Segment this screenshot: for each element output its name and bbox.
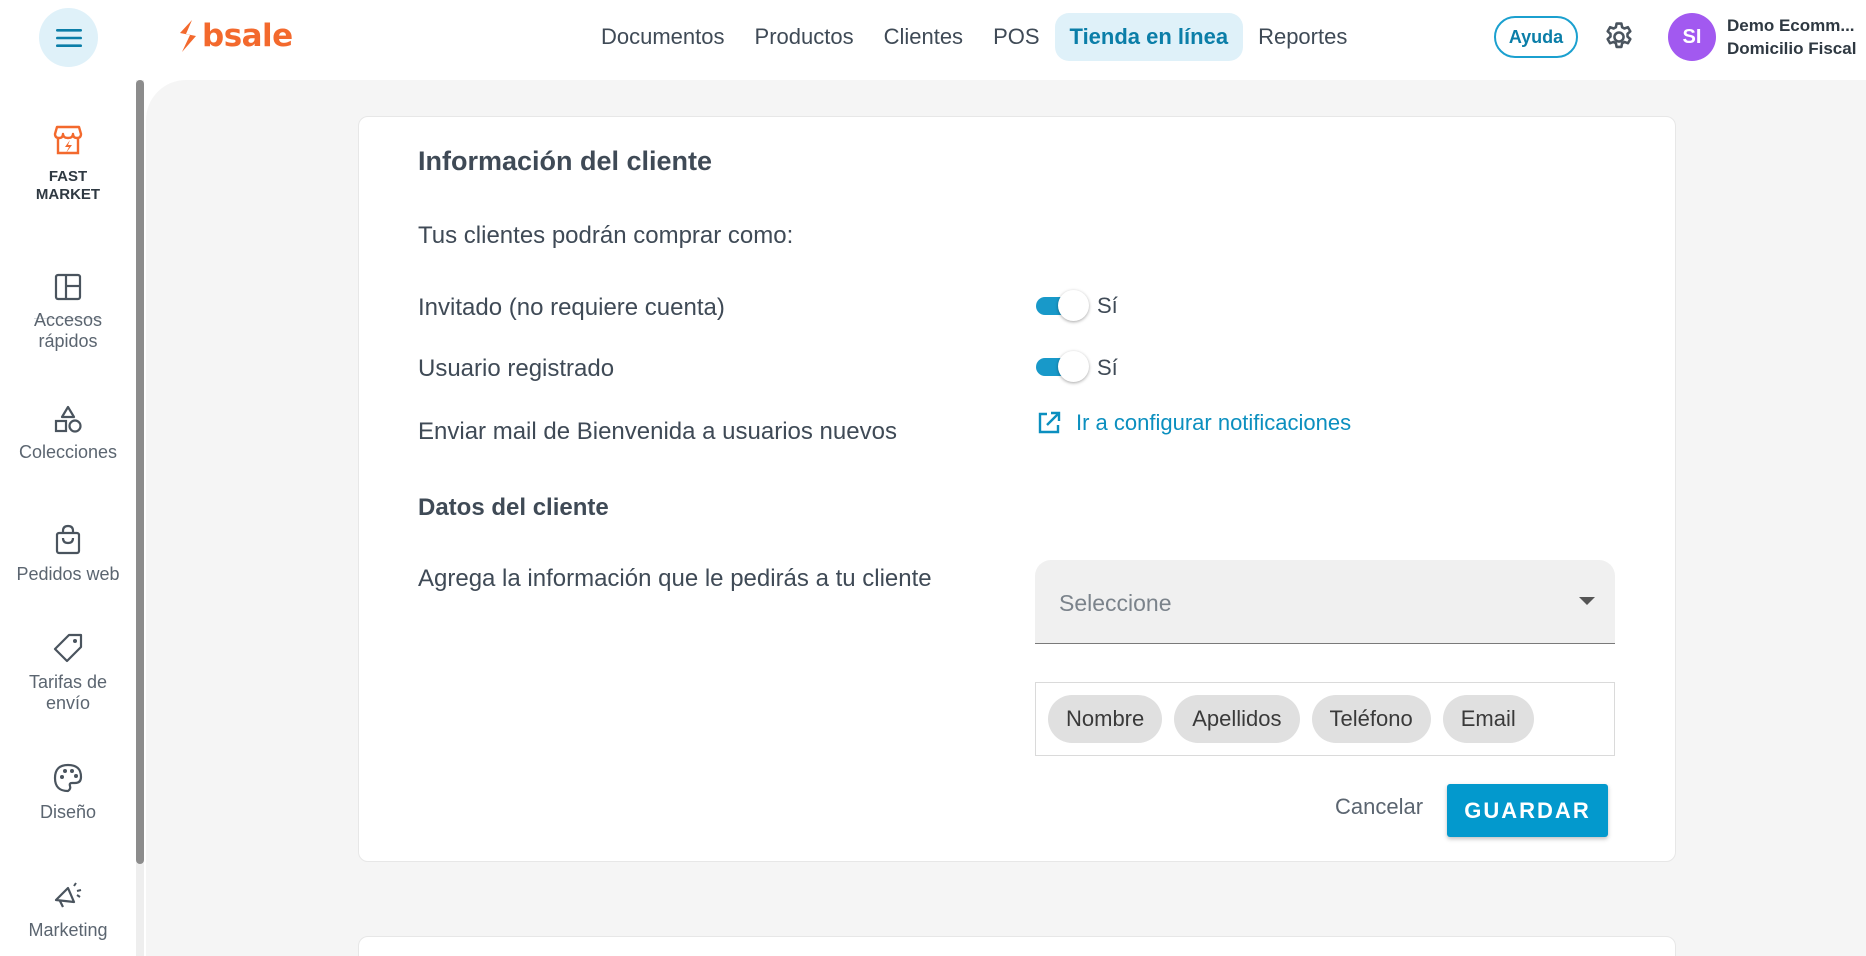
nav-productos[interactable]: Productos bbox=[740, 13, 869, 61]
guest-label: Invitado (no requiere cuenta) bbox=[418, 294, 725, 321]
guest-toggle-text: Sí bbox=[1097, 293, 1118, 318]
bsale-logo-icon bbox=[180, 20, 196, 52]
nav-documentos[interactable]: Documentos bbox=[586, 13, 740, 61]
next-section-card bbox=[358, 936, 1676, 956]
chip-email[interactable]: Email bbox=[1442, 695, 1534, 743]
customer-data-title: Datos del cliente bbox=[418, 494, 609, 521]
palette-icon bbox=[53, 763, 83, 793]
sidebar-item-label: Accesos rápidos bbox=[33, 310, 103, 351]
logo-text: bsale bbox=[202, 18, 293, 54]
shopping-bag-icon bbox=[55, 524, 81, 555]
nav-tienda-en-linea[interactable]: Tienda en línea bbox=[1054, 13, 1244, 61]
sidebar-item-label: Pedidos web bbox=[16, 564, 120, 584]
user-info[interactable]: Demo Ecomm... Domicilio Fiscal bbox=[1727, 14, 1856, 60]
sidebar-scrollbar-thumb[interactable] bbox=[136, 80, 144, 864]
save-button[interactable]: GUARDAR bbox=[1447, 784, 1608, 837]
notifications-link-text: Ir a configurar notificaciones bbox=[1076, 410, 1352, 435]
buy-as-label: Tus clientes podrán comprar como: bbox=[418, 222, 794, 249]
sidebar-item-label: Diseño bbox=[39, 802, 97, 822]
hamburger-icon bbox=[55, 28, 82, 47]
sidebar: FAST MARKET Accesos rápidos Colecciones … bbox=[0, 78, 136, 956]
chip-nombre[interactable]: Nombre bbox=[1048, 695, 1163, 743]
nav-pos[interactable]: POS bbox=[978, 13, 1054, 61]
sidebar-item-label: Tarifas de envío bbox=[28, 672, 108, 713]
dashboard-icon bbox=[54, 273, 82, 301]
cancel-button[interactable]: Cancelar bbox=[1335, 794, 1423, 820]
sidebar-scrollbar[interactable] bbox=[136, 80, 144, 956]
chip-telefono[interactable]: Teléfono bbox=[1311, 695, 1431, 743]
sidebar-item-label: Marketing bbox=[28, 920, 108, 940]
registered-user-toggle[interactable] bbox=[1034, 350, 1090, 382]
store-icon bbox=[53, 125, 83, 155]
nav-reportes[interactable]: Reportes bbox=[1243, 13, 1362, 61]
menu-button[interactable] bbox=[39, 8, 98, 67]
nav-clientes[interactable]: Clientes bbox=[869, 13, 978, 61]
external-link-icon bbox=[1038, 411, 1061, 434]
chip-apellidos[interactable]: Apellidos bbox=[1174, 695, 1300, 743]
welcome-mail-label: Enviar mail de Bienvenida a usuarios nue… bbox=[418, 418, 897, 445]
store-name: FAST MARKET bbox=[35, 168, 101, 203]
guest-toggle[interactable] bbox=[1034, 289, 1090, 321]
shapes-icon bbox=[54, 405, 82, 433]
top-bar: bsale Documentos Productos Clientes POS … bbox=[0, 0, 1866, 78]
sidebar-item-accesos-rapidos[interactable]: Accesos rápidos bbox=[0, 272, 136, 352]
caret-down-icon bbox=[1579, 597, 1595, 605]
registered-toggle-text: Sí bbox=[1097, 355, 1118, 380]
user-branch: Domicilio Fiscal bbox=[1727, 39, 1857, 58]
toggle-knob bbox=[1058, 290, 1089, 321]
sidebar-item-colecciones[interactable]: Colecciones bbox=[0, 404, 136, 463]
sidebar-item-tarifas-de-envio[interactable]: Tarifas de envío bbox=[0, 632, 136, 714]
megaphone-icon bbox=[54, 882, 82, 908]
add-info-label: Agrega la información que le pedirás a t… bbox=[418, 565, 932, 592]
avatar[interactable]: SI bbox=[1668, 13, 1716, 61]
notifications-link[interactable]: Ir a configurar notificaciones bbox=[1036, 410, 1351, 436]
registered-user-label: Usuario registrado bbox=[418, 355, 615, 382]
tag-icon bbox=[53, 633, 83, 663]
user-name: Demo Ecomm... bbox=[1727, 16, 1855, 35]
section-title: Información del cliente bbox=[418, 146, 713, 176]
sidebar-item-store[interactable]: FAST MARKET bbox=[0, 124, 136, 204]
sidebar-item-diseno[interactable]: Diseño bbox=[0, 762, 136, 823]
selected-fields-box: Nombre Apellidos Teléfono Email bbox=[1035, 682, 1615, 756]
toggle-knob bbox=[1058, 351, 1089, 382]
chip-list: Nombre Apellidos Teléfono Email bbox=[1048, 695, 1534, 743]
sidebar-item-marketing[interactable]: Marketing bbox=[0, 880, 136, 941]
sidebar-item-label: Colecciones bbox=[18, 442, 118, 462]
help-button[interactable]: Ayuda bbox=[1494, 16, 1578, 58]
gear-icon[interactable] bbox=[1602, 20, 1636, 54]
customer-field-select[interactable]: Seleccione bbox=[1035, 560, 1615, 644]
main-nav: Documentos Productos Clientes POS Tienda… bbox=[586, 12, 1362, 62]
sidebar-item-pedidos-web[interactable]: Pedidos web bbox=[0, 524, 136, 585]
bsale-logo[interactable]: bsale bbox=[176, 18, 293, 54]
select-placeholder: Seleccione bbox=[1059, 590, 1172, 616]
